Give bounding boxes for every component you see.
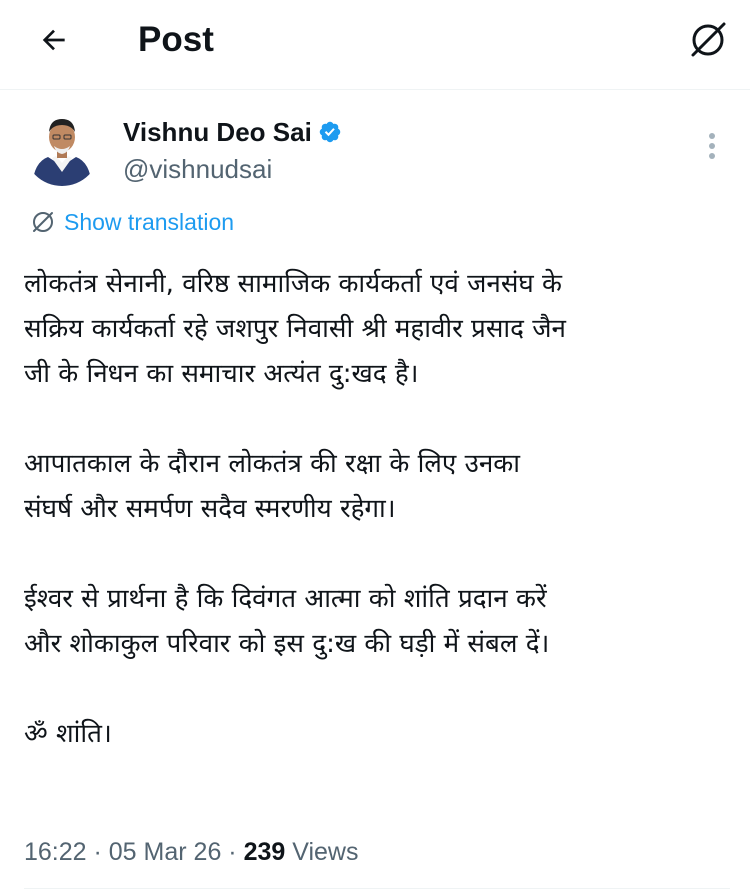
author-name-row: Vishnu Deo Sai — [123, 116, 342, 148]
author-handle[interactable]: @vishnudsai — [123, 153, 272, 185]
meta-separator: · — [86, 838, 109, 866]
tweet-line: जी के निधन का समाचार अत्यंत दु:खद है। — [24, 359, 419, 389]
avatar-portrait — [24, 110, 100, 186]
tweet-line: लोकतंत्र सेनानी, वरिष्ठ सामाजिक कार्यकर्… — [24, 269, 563, 299]
tweet-paragraph: ईश्वर से प्रार्थना है कि दिवंगत आत्मा को… — [24, 577, 730, 667]
back-button[interactable] — [22, 12, 86, 68]
header-divider — [0, 89, 750, 90]
author-name[interactable]: Vishnu Deo Sai — [123, 116, 312, 148]
arrow-left-icon — [42, 29, 65, 51]
tweet-line: सक्रिय कार्यकर्ता रहे जशपुर निवासी श्री … — [24, 314, 566, 344]
globe-icon — [33, 212, 53, 232]
tweet-line: और शोकाकुल परिवार को इस दु:ख की घड़ी में… — [24, 629, 550, 659]
post-metadata: 16:22 · 05 Mar 26 · 239 Views — [24, 834, 358, 870]
meta-separator: · — [221, 838, 244, 866]
top-bar: Post — [0, 0, 750, 88]
grok-icon — [691, 22, 726, 57]
tweet-line: ॐ शांति। — [24, 719, 112, 749]
tweet-line: ईश्वर से प्रार्थना है कि दिवंगत आत्मा को… — [24, 584, 547, 614]
post-time[interactable]: 16:22 — [24, 838, 87, 866]
page-title: Post — [138, 20, 214, 59]
meta-divider — [24, 888, 730, 889]
show-translation-link[interactable]: Show translation — [30, 206, 234, 238]
views-label: Views — [285, 838, 359, 866]
tweet-paragraph: आपातकाल के दौरान लोकतंत्र की रक्षा के लि… — [24, 442, 730, 532]
verified-badge-icon[interactable] — [318, 120, 342, 144]
tweet-line: संघर्ष और समर्पण सदैव स्मरणीय रहेगा। — [24, 494, 396, 524]
tweet-paragraph: ॐ शांति। — [24, 712, 730, 757]
views-count[interactable]: 239 — [244, 838, 286, 866]
grok-button[interactable] — [682, 14, 734, 66]
show-translation-label: Show translation — [64, 209, 235, 235]
more-vertical-icon — [709, 133, 715, 159]
tweet-paragraph: लोकतंत्र सेनानी, वरिष्ठ सामाजिक कार्यकर्… — [24, 262, 730, 397]
tweet-line: आपातकाल के दौरान लोकतंत्र की रक्षा के लि… — [24, 449, 520, 479]
tweet-text: लोकतंत्र सेनानी, वरिष्ठ सामाजिक कार्यकर्… — [24, 262, 730, 802]
more-options-button[interactable] — [698, 128, 726, 164]
avatar[interactable] — [24, 110, 100, 186]
post-date[interactable]: 05 Mar 26 — [109, 838, 222, 866]
